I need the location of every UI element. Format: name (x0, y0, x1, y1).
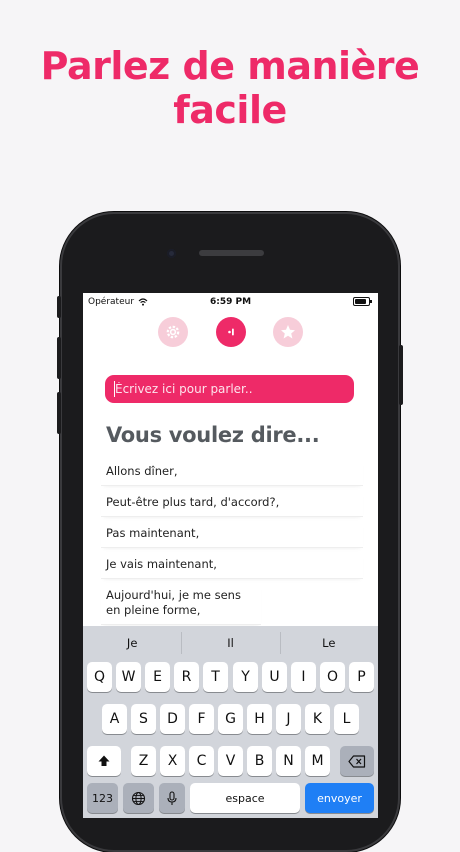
key-m[interactable]: M (305, 746, 330, 776)
key-y[interactable]: Y (233, 662, 258, 692)
favorites-button[interactable] (273, 317, 303, 347)
section-title: Vous voulez dire... (106, 423, 320, 447)
shift-arrow-icon (98, 755, 110, 766)
suggestion-item[interactable]: Pas maintenant, (101, 520, 363, 548)
settings-button[interactable] (158, 317, 188, 347)
key-k[interactable]: K (305, 704, 330, 734)
send-key[interactable]: envoyer (305, 783, 374, 813)
key-b[interactable]: B (247, 746, 272, 776)
key-d[interactable]: D (160, 704, 185, 734)
delete-key[interactable] (340, 746, 374, 776)
volume-down-button (57, 392, 61, 434)
key-p[interactable]: P (349, 662, 374, 692)
shift-key[interactable] (87, 746, 121, 776)
key-v[interactable]: V (218, 746, 243, 776)
earpiece-speaker (199, 250, 264, 256)
speak-button[interactable] (216, 317, 246, 347)
keyboard: Je Il Le Q W E R T Y U I O P A S D F G H… (83, 626, 378, 818)
headline-line-1: Parlez de manière (40, 44, 420, 88)
volume-up-button (57, 337, 61, 379)
key-r[interactable]: R (174, 662, 199, 692)
numbers-key[interactable]: 123 (87, 783, 118, 813)
key-q[interactable]: Q (87, 662, 112, 692)
star-icon (281, 325, 295, 339)
power-button (399, 345, 403, 405)
key-h[interactable]: H (247, 704, 272, 734)
prediction-item[interactable]: Je (83, 636, 181, 650)
headline-line-2: facile (173, 88, 287, 132)
backspace-icon (348, 754, 366, 768)
status-bar: Opérateur 6:59 PM (83, 293, 378, 311)
key-f[interactable]: F (189, 704, 214, 734)
mute-switch (57, 296, 61, 318)
globe-key[interactable] (123, 783, 154, 813)
key-g[interactable]: G (218, 704, 243, 734)
key-z[interactable]: Z (131, 746, 156, 776)
suggestion-item[interactable]: Peut-être plus tard, d'accord?, (101, 489, 363, 517)
front-camera (167, 249, 176, 258)
suggestion-list: Allons dîner, Peut-être plus tard, d'acc… (101, 458, 363, 628)
status-time: 6:59 PM (209, 297, 252, 307)
microphone-icon (167, 790, 177, 805)
text-cursor (114, 381, 115, 397)
key-l[interactable]: L (334, 704, 359, 734)
dictation-key[interactable] (159, 783, 185, 813)
key-x[interactable]: X (160, 746, 185, 776)
key-e[interactable]: E (145, 662, 170, 692)
key-j[interactable]: J (276, 704, 301, 734)
key-t[interactable]: T (203, 662, 228, 692)
prediction-item[interactable]: Le (279, 632, 378, 654)
key-u[interactable]: U (262, 662, 287, 692)
globe-icon (131, 791, 146, 805)
key-n[interactable]: N (276, 746, 301, 776)
key-a[interactable]: A (102, 704, 127, 734)
prediction-bar: Je Il Le (83, 626, 378, 660)
key-i[interactable]: I (291, 662, 316, 692)
space-key[interactable]: espace (190, 783, 300, 813)
headline: Parlez de manière facile (0, 44, 460, 132)
speak-icon (228, 328, 234, 336)
app-screen: Opérateur 6:59 PM Vous voulez (83, 293, 378, 818)
suggestion-item[interactable]: Je vais maintenant, (101, 551, 363, 579)
battery-icon (353, 297, 372, 306)
key-c[interactable]: C (189, 746, 214, 776)
suggestion-item[interactable]: Aujourd'hui, je me sens en pleine forme, (101, 582, 261, 625)
key-s[interactable]: S (131, 704, 156, 734)
prediction-item[interactable]: Il (181, 632, 279, 654)
key-w[interactable]: W (116, 662, 141, 692)
suggestion-item[interactable]: Allons dîner, (101, 458, 363, 486)
gear-icon (166, 325, 180, 339)
speech-text-input[interactable] (105, 375, 354, 403)
key-o[interactable]: O (320, 662, 345, 692)
